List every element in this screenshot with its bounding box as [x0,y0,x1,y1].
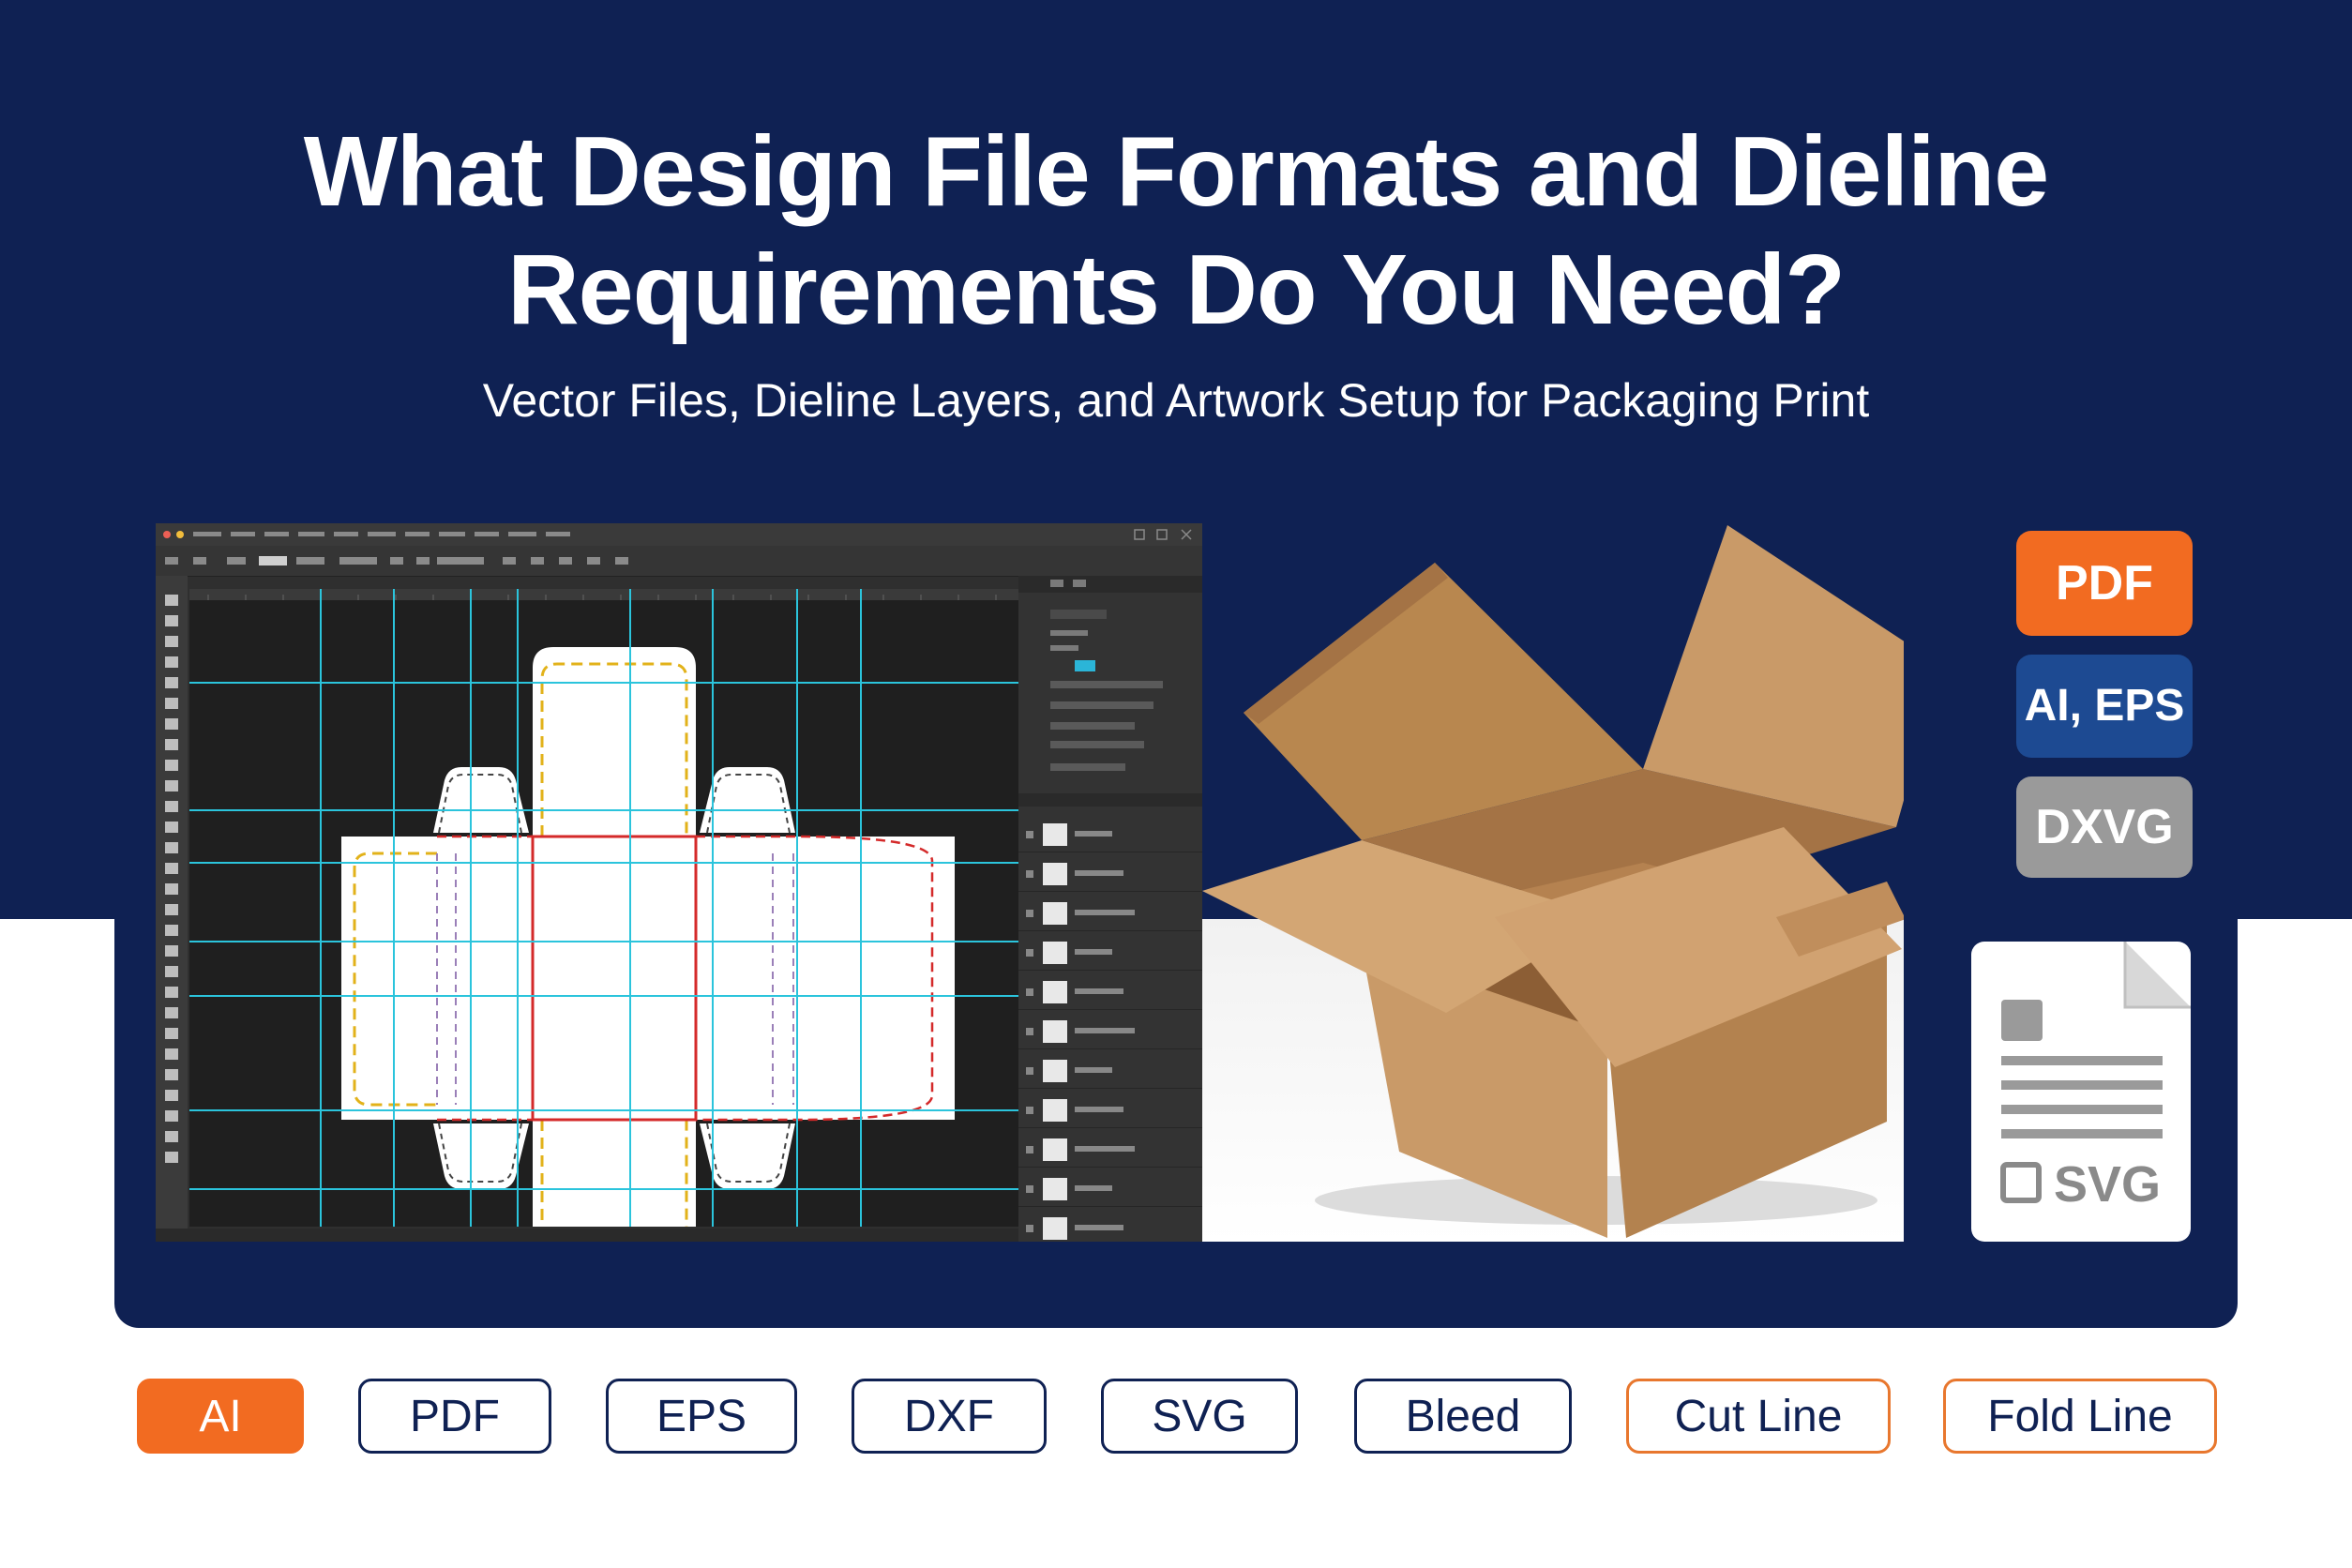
editor-options-bar [156,546,1202,577]
open-box-illustration [1202,525,1941,1238]
tool-icon [165,925,178,936]
tool-icon [165,883,178,895]
editor-toolbar [156,576,188,1242]
tool-icon [165,966,178,977]
design-editor-window [156,523,1202,1242]
layer-row [1026,1217,1123,1240]
options-controls[interactable] [156,546,1000,576]
tool-icon [165,677,178,688]
tag-pdf[interactable]: PDF [358,1379,551,1454]
tool-icon [165,636,178,647]
page-subtitle: Vector Files, Dieline Layers, and Artwor… [482,374,1870,427]
layers-panel [1018,576,1202,1242]
tool-icon [165,842,178,853]
layer-row [1018,902,1202,931]
tool-icon [165,945,178,957]
tool-icon [165,656,178,668]
tool-icon [165,987,178,998]
svg-document-card: SVG [1971,942,2191,1242]
layer-row [1018,823,1202,852]
tag-cut-line[interactable]: Cut Line [1626,1379,1891,1454]
layers-panel-content[interactable] [1018,576,1202,1242]
cardboard-box-photo [1202,525,1941,1242]
tool-icon [165,739,178,750]
layer-row [1018,942,1202,971]
tool-icon [165,904,178,915]
pdf-badge: PDF [2016,531,2193,636]
tool-icon [165,1090,178,1101]
tool-icon [165,1028,178,1039]
ai-eps-badge: AI, EPS [2016,655,2193,758]
layer-row [1018,1099,1202,1128]
tool-icon [165,1048,178,1060]
tool-icon [165,615,178,626]
tool-icon [165,1110,178,1122]
tag-dxf[interactable]: DXF [852,1379,1047,1454]
dieline-artwork [189,589,1137,1227]
window-controls[interactable] [1127,523,1202,546]
layer-row [1018,1178,1202,1207]
layer-row [1018,863,1202,892]
tool-icon [165,863,178,874]
layer-row [1018,981,1202,1010]
tool-icon [165,1007,178,1018]
tool-icon [165,595,178,606]
layer-row [1018,1020,1202,1049]
menu-items[interactable] [193,523,625,546]
editor-status-bar [156,1229,1018,1242]
layer-row [1018,1060,1202,1089]
dieline-panels [341,647,955,1227]
tag-bleed[interactable]: Bleed [1354,1379,1572,1454]
tag-svg[interactable]: SVG [1101,1379,1298,1454]
tag-fold-line[interactable]: Fold Line [1943,1379,2217,1454]
tool-icon [165,822,178,833]
layer-row [1018,1138,1202,1168]
tool-icon [165,718,178,730]
tool-icon [165,801,178,812]
document-card-label: SVG [2054,1156,2162,1213]
editor-canvas [189,589,1137,1227]
tool-icon [165,1069,178,1080]
page-title: What Design File Formats and Dieline Req… [0,113,2352,349]
editor-menubar [156,523,1202,546]
minimize-dot[interactable] [176,531,184,538]
tool-icon [165,760,178,771]
tool-icon [165,780,178,792]
tool-icons[interactable] [156,576,188,1232]
tag-eps[interactable]: EPS [606,1379,797,1454]
selected-swatch [1075,660,1095,671]
tool-icon [165,698,178,709]
tool-icon [165,1152,178,1163]
title-line-1: What Design File Formats and Dieline [303,116,2050,227]
title-line-2: Requirements Do You Need? [507,234,1846,345]
tool-icon [165,1131,178,1142]
dxvg-badge: DXVG [2016,776,2193,878]
tag-ai[interactable]: AI [137,1379,304,1454]
close-dot[interactable] [163,531,171,538]
